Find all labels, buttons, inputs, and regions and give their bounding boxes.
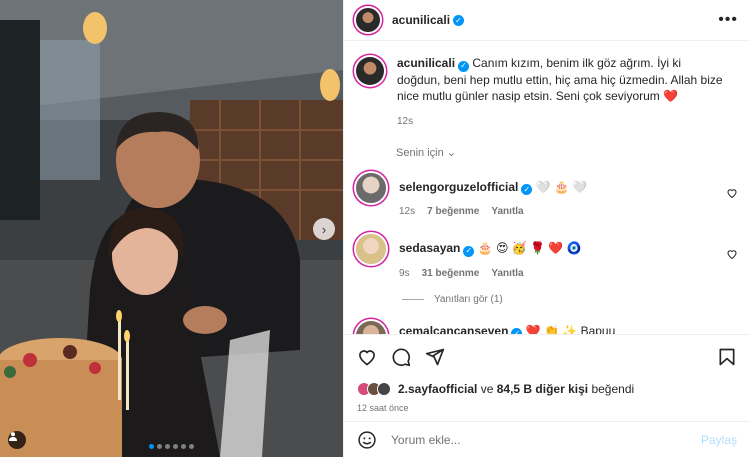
caption-age: 12s [397,115,414,127]
more-options-icon[interactable]: ••• [718,11,738,29]
carousel-dot [189,444,194,449]
comment-age: 12s [399,206,416,217]
view-replies-button[interactable]: Yanıtları gör (1) [402,294,738,305]
comment-like-icon[interactable] [726,248,738,260]
emoji-icon[interactable] [357,430,377,450]
comment-item: cemalcancanseven ✓ ❤️ 👏 ✨ Bapuu [356,320,738,335]
other-likers-count[interactable]: 84,5 B diğer kişi [497,382,588,396]
post-header: acunilicali ✓ ••• [344,0,750,41]
commenter-username[interactable]: selengorguzelofficial [399,180,518,194]
caption-avatar[interactable] [356,57,384,85]
comments-list[interactable]: acunilicali ✓ Canım kızım, benim ilk göz … [344,41,750,334]
author-username[interactable]: acunilicali [392,13,450,27]
comment-text: 🤍 🎂 🤍 [535,179,588,194]
reply-button[interactable]: Yanıtla [491,204,523,220]
verified-icon: ✓ [458,60,470,72]
author-avatar[interactable] [356,8,380,32]
save-bookmark-icon[interactable] [717,347,737,367]
comment-bubble-icon[interactable] [391,347,411,367]
verified-icon: ✓ [453,14,465,26]
carousel-dot [173,444,178,449]
comment-filter[interactable]: Senin için ⌄ [396,146,738,159]
birthday-photo [0,0,343,457]
comment-item: selengorguzelofficial ✓ 🤍 🎂 🤍 12s 7 beğen… [356,172,738,221]
commenter-avatar[interactable] [356,172,386,203]
carousel-dot [181,444,186,449]
action-bar [344,334,750,379]
post-photo[interactable]: › [0,0,343,457]
verified-icon: ✓ [463,245,475,257]
comment-likes-count[interactable]: 31 beğenme [422,266,480,282]
comment-age: 9s [399,267,410,279]
carousel-dot [157,444,162,449]
carousel-dot [165,444,170,449]
post-time: 12 saat önce [357,403,409,413]
caption: acunilicali ✓ Canım kızım, benim ilk göz … [356,55,738,130]
share-icon[interactable] [425,347,445,367]
liker-avatar [377,382,391,396]
verified-icon: ✓ [511,328,523,334]
caption-username[interactable]: acunilicali [397,56,455,70]
commenter-avatar[interactable] [356,234,386,264]
comment-likes-count[interactable]: 7 beğenme [427,204,479,220]
comment-item: sedasayan ✓ 🎂 😍 🥳 🌹 ❤️ 🧿 9s 31 beğenme Ya… [356,234,738,305]
likes-suffix: beğendi [588,382,635,396]
first-liker-username[interactable]: 2.sayfaofficial [398,382,477,396]
post-comment-button[interactable]: Paylaş [701,433,737,447]
add-comment-bar: Paylaş [344,421,750,457]
commenter-username[interactable]: sedasayan [399,241,460,255]
commenter-avatar[interactable] [356,320,386,334]
view-replies-label: Yanıtları gör (1) [434,293,503,305]
post-side-panel: acunilicali ✓ ••• acunilicali ✓ Canım kız… [343,0,750,457]
comment-like-icon[interactable] [726,187,738,199]
comment-text: 🎂 😍 🥳 🌹 ❤️ 🧿 [477,241,582,255]
comment-text: ❤️ 👏 ✨ Bapuu [525,323,616,335]
likes-connector: ve [477,382,497,396]
likes-summary[interactable]: 2.sayfaofficial ve 84,5 B diğer kişi beğ… [344,379,750,399]
commenter-username[interactable]: cemalcancanseven [399,324,508,335]
carousel-dots [0,444,343,449]
verified-icon: ✓ [521,184,533,195]
liker-avatars [357,382,391,396]
comment-input[interactable] [391,432,701,447]
reply-button[interactable]: Yanıtla [491,266,523,282]
carousel-next-button[interactable]: › [313,218,335,240]
carousel-dot [149,444,154,449]
like-heart-icon[interactable] [357,347,377,367]
